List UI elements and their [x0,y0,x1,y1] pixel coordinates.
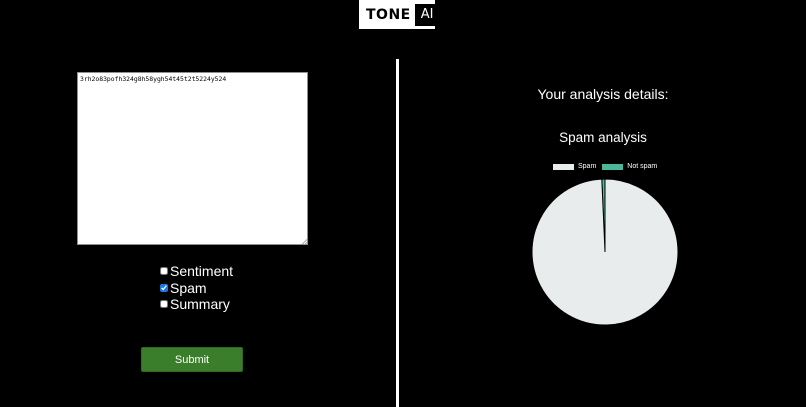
sentiment-label: Sentiment [170,263,234,280]
chart-title: Spam analysis [559,130,647,145]
analysis-details-heading: Your analysis details: [537,86,669,102]
legend-item-spam[interactable]: Spam [553,163,596,170]
legend-label-not-spam: Not spam [627,163,658,170]
chart-legend: Spam Not spam [553,163,663,170]
vertical-divider [396,59,399,407]
tone-ai-logo: TONE AI [359,0,440,29]
resize-grip-icon[interactable] [301,238,308,245]
option-summary[interactable]: Summary [159,296,233,313]
legend-label-spam: Spam [578,163,597,170]
submit-button[interactable]: Submit [141,347,243,372]
legend-swatch-spam [553,163,574,170]
pie-slice-spam [531,178,679,326]
legend-swatch-not-spam [602,163,624,170]
legend-item-not-spam[interactable]: Not spam [602,163,657,170]
spam-checkbox[interactable] [160,283,168,292]
logo-text-ai: AI [414,3,440,26]
option-spam[interactable]: Spam [159,280,233,297]
spam-label: Spam [170,279,207,296]
text-input-area[interactable] [77,72,308,245]
logo-text-tone: TONE [366,6,411,23]
summary-label: Summary [170,296,230,313]
analysis-options: Sentiment Spam Summary [159,263,233,313]
sentiment-checkbox[interactable] [160,267,168,276]
spam-pie-chart [531,178,679,326]
summary-checkbox[interactable] [160,300,168,309]
option-sentiment[interactable]: Sentiment [159,263,233,280]
